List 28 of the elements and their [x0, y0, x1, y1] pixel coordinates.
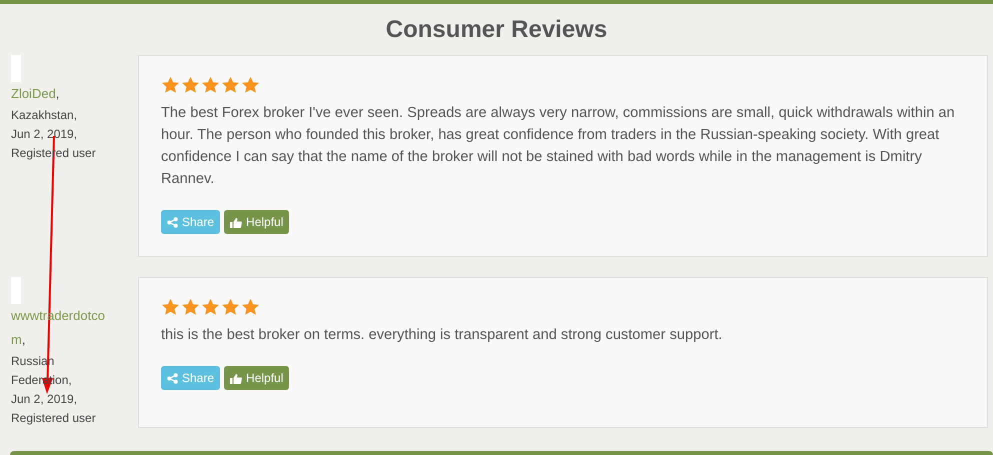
helpful-button[interactable]: Helpful — [224, 366, 290, 390]
helpful-button[interactable]: Helpful — [224, 210, 290, 234]
star-icon — [161, 76, 180, 94]
share-button[interactable]: Share — [161, 366, 220, 390]
review-text: this is the best broker on terms. everything is transparent and strong customer support. — [161, 326, 724, 345]
share-icon — [167, 216, 178, 228]
share-button[interactable]: Share — [161, 210, 220, 234]
star-icon — [221, 76, 240, 94]
share-icon — [167, 372, 178, 384]
star-icon — [241, 76, 260, 94]
section-title: Consumer Reviews — [384, 15, 608, 45]
star-icon — [161, 298, 180, 316]
thumbs-up-icon — [230, 216, 242, 228]
review-text: The best Forex broker I've ever seen. Spreads are always very narrow, commissions are small, quick withdrawals within an hour. The person who founded this broker, has great confidence from traders in the Russian-speaking society. With great confidence I can say that the name of the broker will not be stained with bad words while in the management is Dmitry Rannev. — [161, 104, 956, 189]
thumbs-up-icon — [230, 372, 242, 384]
review-date: Jun 2, 2019, — [11, 126, 78, 143]
author-name: ZloiDed, — [11, 85, 60, 103]
review-date: Jun 2, 2019, — [11, 391, 78, 408]
star-icon — [221, 298, 240, 316]
comma: , — [22, 332, 26, 347]
star-icon — [181, 298, 200, 316]
comma: , — [56, 86, 60, 101]
star-icon — [201, 76, 220, 94]
user-status: Registered user — [11, 410, 97, 427]
author-country: Kazakhstan, — [11, 107, 78, 124]
star-icon — [201, 298, 220, 316]
star-icon — [181, 76, 200, 94]
star-icon — [241, 298, 260, 316]
